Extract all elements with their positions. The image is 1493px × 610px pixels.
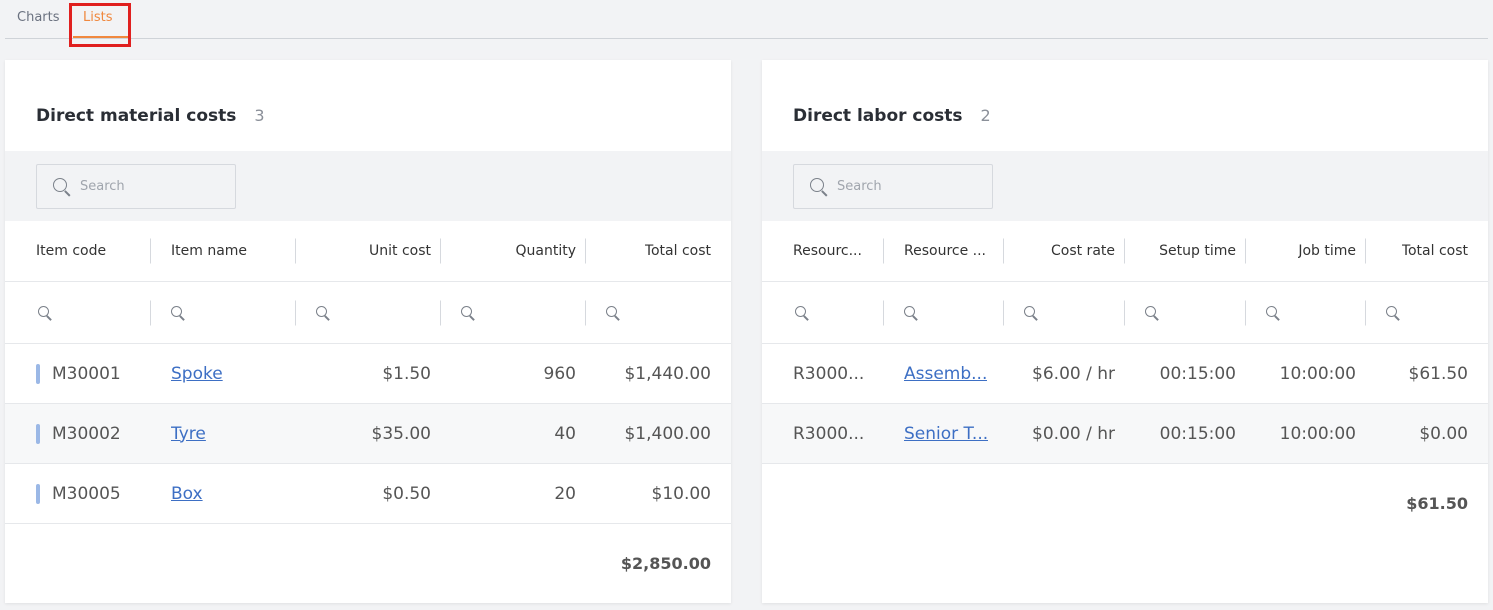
resource-code: R3000... [793,423,865,444]
search-icon [1266,306,1279,319]
column-header-item-code[interactable]: Item code [5,221,151,281]
material-count: 3 [254,106,265,125]
search-icon [53,178,70,195]
column-header-resource-code[interactable]: Resourc... [762,221,884,281]
panel-title: Direct material costs 3 [36,106,265,126]
row-marker [36,363,40,384]
search-icon [171,306,184,319]
table-row[interactable]: M30005 Box $0.50 20 $10.00 [5,464,731,524]
search-icon [795,306,808,319]
resource-name-link[interactable]: Senior T... [904,424,988,444]
table-row[interactable]: R3000... Assemb... $6.00 / hr 00:15:00 1… [762,344,1488,404]
search-band [5,151,731,221]
filter-total-cost[interactable] [586,282,731,343]
search-icon [38,306,51,319]
table-row[interactable]: M30001 Spoke $1.50 960 $1,440.00 [5,344,731,404]
unit-cost: $35.00 [371,423,431,444]
setup-time: 00:15:00 [1159,363,1236,384]
search-icon [810,178,827,195]
labor-title: Direct labor costs [793,106,963,126]
unit-cost: $0.50 [382,483,431,504]
search-icon [1145,306,1158,319]
job-time: 10:00:00 [1279,423,1356,444]
labor-grand-total: $61.50 [1406,494,1468,513]
column-header-resource-name[interactable]: Resource ... [884,221,1004,281]
total-cost: $1,440.00 [624,363,711,384]
total-cost: $61.50 [1408,363,1468,384]
highlight-annotation [69,3,131,47]
row-marker [36,423,40,444]
resource-code: R3000... [793,363,865,384]
filter-quantity[interactable] [441,282,586,343]
search-icon [904,306,917,319]
item-name-link[interactable]: Spoke [171,364,223,384]
labor-filter-row [762,282,1488,344]
labor-costs-panel: Direct labor costs 2 Resourc... Resource… [762,60,1488,603]
search-icon [461,306,474,319]
quantity: 960 [543,363,576,384]
material-costs-panel: Direct material costs 3 Item code Item n… [5,60,731,603]
unit-cost: $1.50 [382,363,431,384]
column-header-job-time[interactable]: Job time [1246,221,1366,281]
material-search-input[interactable] [80,179,220,194]
row-marker [36,483,40,504]
total-cost: $0.00 [1419,423,1468,444]
filter-setup-time[interactable] [1125,282,1246,343]
material-title: Direct material costs [36,106,237,126]
labor-table-header: Resourc... Resource ... Cost rate Setup … [762,221,1488,282]
column-header-cost-rate[interactable]: Cost rate [1004,221,1125,281]
labor-count: 2 [980,106,991,125]
labor-search-box[interactable] [793,164,993,209]
column-header-total-cost[interactable]: Total cost [1366,221,1488,281]
filter-total-cost[interactable] [1366,282,1488,343]
labor-search-input[interactable] [837,179,977,194]
tab-bar: Charts Lists [5,0,1488,39]
filter-resource-name[interactable] [884,282,1004,343]
table-row[interactable]: M30002 Tyre $35.00 40 $1,400.00 [5,404,731,464]
cost-rate: $0.00 / hr [1032,423,1115,444]
search-icon [606,306,619,319]
total-cost: $1,400.00 [624,423,711,444]
column-header-setup-time[interactable]: Setup time [1125,221,1246,281]
filter-item-code[interactable] [5,282,151,343]
filter-cost-rate[interactable] [1004,282,1125,343]
item-name-link[interactable]: Box [171,484,203,504]
table-row[interactable]: R3000... Senior T... $0.00 / hr 00:15:00… [762,404,1488,464]
quantity: 20 [554,483,576,504]
item-name-link[interactable]: Tyre [171,424,206,444]
total-cost: $10.00 [651,483,711,504]
item-code: M30001 [52,363,121,384]
material-search-box[interactable] [36,164,236,209]
column-header-unit-cost[interactable]: Unit cost [296,221,441,281]
item-code: M30005 [52,483,121,504]
filter-item-name[interactable] [151,282,296,343]
quantity: 40 [554,423,576,444]
filter-unit-cost[interactable] [296,282,441,343]
panel-title: Direct labor costs 2 [793,106,991,126]
search-band [762,151,1488,221]
job-time: 10:00:00 [1279,363,1356,384]
tab-charts[interactable]: Charts [17,10,60,25]
material-grand-total: $2,850.00 [620,554,711,573]
column-header-total-cost[interactable]: Total cost [586,221,731,281]
item-code: M30002 [52,423,121,444]
setup-time: 00:15:00 [1159,423,1236,444]
material-table-header: Item code Item name Unit cost Quantity T… [5,221,731,282]
material-filter-row [5,282,731,344]
filter-job-time[interactable] [1246,282,1366,343]
column-header-quantity[interactable]: Quantity [441,221,586,281]
column-header-item-name[interactable]: Item name [151,221,296,281]
search-icon [316,306,329,319]
search-icon [1024,306,1037,319]
filter-resource-code[interactable] [762,282,884,343]
search-icon [1386,306,1399,319]
resource-name-link[interactable]: Assemb... [904,364,987,384]
cost-rate: $6.00 / hr [1032,363,1115,384]
